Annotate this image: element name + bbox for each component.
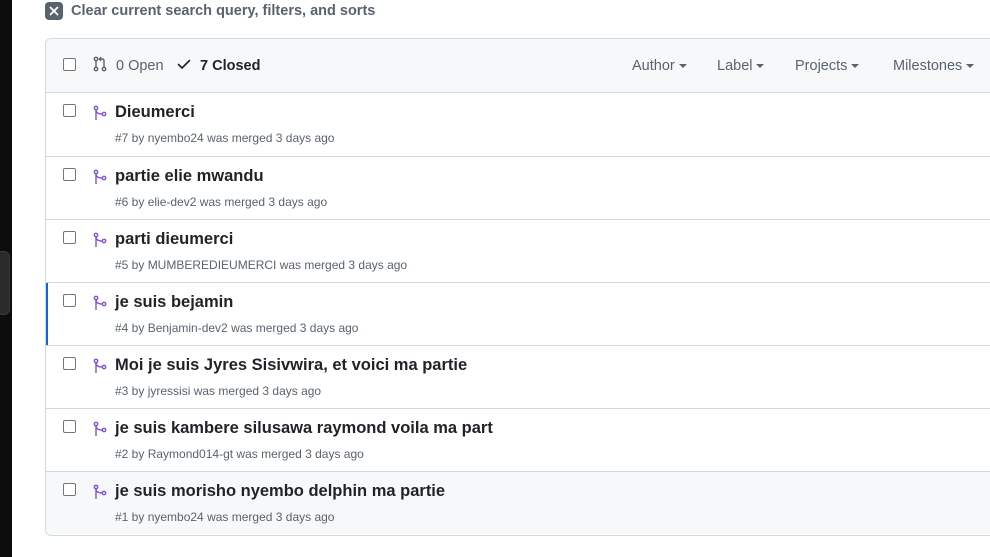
list-header: 0 Open 7 Closed Author Label Projects Mi… xyxy=(46,39,990,93)
pr-meta: #6 by elie-dev2 was merged 3 days ago xyxy=(115,195,328,209)
list-item: Moi je suis Jyres Sisivwira, et voici ma… xyxy=(46,345,990,408)
open-count-label: 0 Open xyxy=(116,58,164,74)
row-checkbox[interactable] xyxy=(63,231,76,244)
list-item: je suis bejamin #4 by Benjamin-dev2 was … xyxy=(46,282,990,345)
pr-title-link[interactable]: Moi je suis Jyres Sisivwira, et voici ma… xyxy=(115,356,467,375)
row-checkbox[interactable] xyxy=(63,168,76,181)
merged-pr-icon xyxy=(92,358,108,379)
chevron-down-icon xyxy=(756,64,765,68)
pr-meta: #1 by nyembo24 was merged 3 days ago xyxy=(115,510,335,524)
label-filter[interactable]: Label xyxy=(717,56,765,76)
row-checkbox[interactable] xyxy=(63,294,76,307)
projects-filter-label: Projects xyxy=(795,58,848,74)
pull-request-list: 0 Open 7 Closed Author Label Projects Mi… xyxy=(45,38,990,536)
row-checkbox[interactable] xyxy=(63,420,76,433)
clear-filters-button[interactable]: Clear current search query, filters, and… xyxy=(45,1,375,21)
clear-filters-label: Clear current search query, filters, and… xyxy=(71,3,376,19)
pr-meta: #7 by nyembo24 was merged 3 days ago xyxy=(115,131,335,145)
merged-pr-icon xyxy=(92,421,108,442)
chevron-down-icon xyxy=(678,64,687,68)
close-icon xyxy=(45,2,63,20)
chevron-down-icon xyxy=(851,64,860,68)
pr-title-link[interactable]: Dieumerci xyxy=(115,103,195,122)
select-all-checkbox[interactable] xyxy=(63,58,76,71)
pull-request-icon xyxy=(92,56,116,76)
closed-filter-button[interactable]: 7 Closed xyxy=(176,56,260,76)
merged-pr-icon xyxy=(92,105,108,126)
merged-pr-icon xyxy=(92,295,108,316)
row-checkbox[interactable] xyxy=(63,104,76,117)
window-edge xyxy=(0,0,12,557)
merged-pr-icon xyxy=(92,484,108,505)
open-filter-button[interactable]: 0 Open xyxy=(92,56,164,76)
author-filter-label: Author xyxy=(632,58,675,74)
list-item: je suis morisho nyembo delphin ma partie… xyxy=(46,471,990,534)
list-item: je suis kambere silusawa raymond voila m… xyxy=(46,408,990,471)
pr-meta: #3 by jyressisi was merged 3 days ago xyxy=(115,384,322,398)
list-item: partie elie mwandu #6 by elie-dev2 was m… xyxy=(46,156,990,219)
label-filter-label: Label xyxy=(717,58,753,74)
pr-title-link[interactable]: je suis bejamin xyxy=(115,293,233,312)
pr-title-link[interactable]: parti dieumerci xyxy=(115,230,233,249)
list-item: parti dieumerci #5 by MUMBEREDIEUMERCI w… xyxy=(46,219,990,282)
pr-title-link[interactable]: je suis morisho nyembo delphin ma partie xyxy=(115,482,445,501)
milestones-filter[interactable]: Milestones xyxy=(893,56,975,76)
projects-filter[interactable]: Projects xyxy=(795,56,860,76)
row-checkbox[interactable] xyxy=(63,357,76,370)
closed-count-label: 7 Closed xyxy=(200,58,261,74)
pr-title-link[interactable]: je suis kambere silusawa raymond voila m… xyxy=(115,419,493,438)
row-checkbox[interactable] xyxy=(63,483,76,496)
side-handle[interactable] xyxy=(0,251,10,315)
pr-meta: #5 by MUMBEREDIEUMERCI was merged 3 days… xyxy=(115,258,408,272)
milestones-filter-label: Milestones xyxy=(893,58,963,74)
merged-pr-icon xyxy=(92,232,108,253)
author-filter[interactable]: Author xyxy=(632,56,687,76)
pr-meta: #2 by Raymond014-gt was merged 3 days ag… xyxy=(115,447,364,461)
chevron-down-icon xyxy=(966,64,975,68)
merged-pr-icon xyxy=(92,169,108,190)
pr-meta: #4 by Benjamin-dev2 was merged 3 days ag… xyxy=(115,321,359,335)
pr-title-link[interactable]: partie elie mwandu xyxy=(115,167,264,186)
check-icon xyxy=(176,56,200,76)
list-item: Dieumerci #7 by nyembo24 was merged 3 da… xyxy=(46,93,990,155)
